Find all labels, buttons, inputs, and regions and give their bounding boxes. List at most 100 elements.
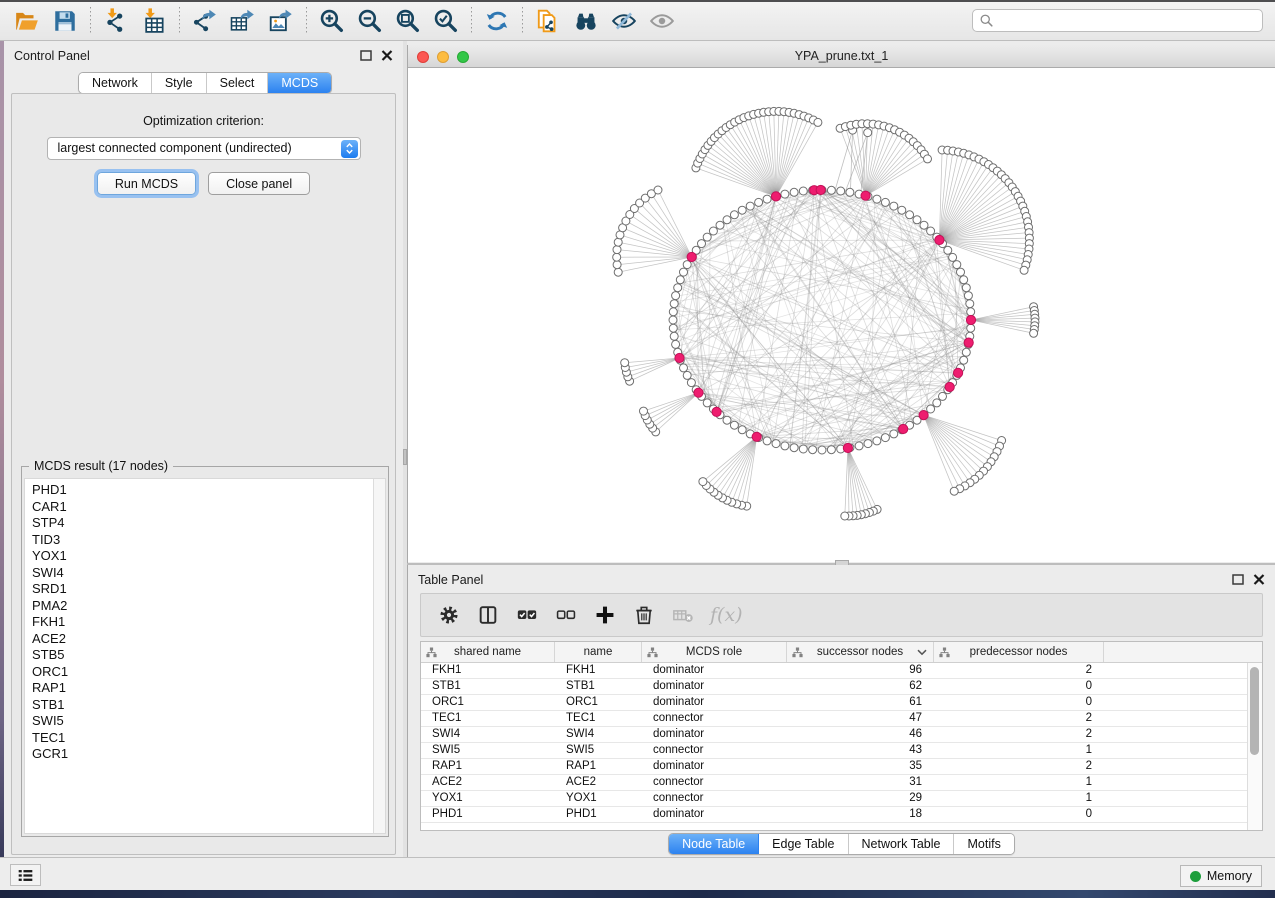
tab-style[interactable]: Style xyxy=(152,73,207,93)
network-node[interactable] xyxy=(621,359,629,367)
table-cell[interactable]: 2 xyxy=(934,727,1104,742)
create-column-button[interactable] xyxy=(593,603,617,627)
first-neighbors-button[interactable] xyxy=(567,5,605,37)
zoom-fit-button[interactable] xyxy=(389,5,427,37)
table-cell[interactable]: PHD1 xyxy=(421,807,555,822)
network-node[interactable] xyxy=(962,284,970,292)
network-node[interactable] xyxy=(613,246,621,254)
mcds-node[interactable] xyxy=(771,192,780,201)
table-cell[interactable]: ACE2 xyxy=(555,775,642,790)
network-node[interactable] xyxy=(966,300,974,308)
network-node[interactable] xyxy=(763,195,771,203)
table-cell[interactable]: RAP1 xyxy=(421,759,555,774)
table-cell[interactable]: PHD1 xyxy=(555,807,642,822)
network-node[interactable] xyxy=(703,399,711,407)
column-header-predecessor-nodes[interactable]: predecessor nodes xyxy=(934,642,1104,662)
network-node[interactable] xyxy=(674,284,682,292)
float-panel-icon[interactable] xyxy=(1232,574,1244,585)
table-cell[interactable]: connector xyxy=(642,775,787,790)
search-input[interactable] xyxy=(972,9,1263,32)
table-cell[interactable]: 1 xyxy=(934,743,1104,758)
mcds-list-scrollbar[interactable] xyxy=(373,479,385,833)
table-cell[interactable]: YOX1 xyxy=(421,791,555,806)
network-node[interactable] xyxy=(672,292,680,300)
select-all-button[interactable] xyxy=(515,603,539,627)
network-node[interactable] xyxy=(613,253,621,261)
network-node[interactable] xyxy=(957,268,965,276)
mcds-node[interactable] xyxy=(964,338,973,347)
table-cell[interactable]: 29 xyxy=(787,791,934,806)
close-panel-icon[interactable] xyxy=(1253,574,1265,585)
table-cell[interactable]: TEC1 xyxy=(421,711,555,726)
network-node[interactable] xyxy=(738,206,746,214)
table-cell[interactable]: 0 xyxy=(934,807,1104,822)
network-node[interactable] xyxy=(809,446,817,454)
mcds-result-item[interactable]: STB5 xyxy=(32,647,385,664)
table-scrollbar[interactable] xyxy=(1247,663,1262,830)
network-node[interactable] xyxy=(890,202,898,210)
network-node[interactable] xyxy=(716,221,724,229)
mcds-result-item[interactable]: GCR1 xyxy=(32,746,385,763)
import-table-button[interactable] xyxy=(135,5,173,37)
network-node[interactable] xyxy=(960,276,968,284)
tab-select[interactable]: Select xyxy=(207,73,269,93)
table-cell[interactable]: connector xyxy=(642,711,787,726)
tab-mcds[interactable]: MCDS xyxy=(268,73,331,93)
table-row[interactable]: SWI4SWI4dominator462 xyxy=(421,727,1262,743)
network-node[interactable] xyxy=(763,437,771,445)
network-node[interactable] xyxy=(698,240,706,248)
table-row[interactable]: FKH1FKH1dominator962 xyxy=(421,663,1262,679)
table-row[interactable]: PHD1PHD1dominator180 xyxy=(421,807,1262,823)
network-node[interactable] xyxy=(669,316,677,324)
network-node[interactable] xyxy=(960,356,968,364)
network-node[interactable] xyxy=(670,300,678,308)
network-node[interactable] xyxy=(755,198,763,206)
network-node[interactable] xyxy=(723,216,731,224)
table-cell[interactable]: SWI4 xyxy=(555,727,642,742)
table-cell[interactable]: dominator xyxy=(642,759,787,774)
column-visibility-button[interactable] xyxy=(476,603,500,627)
table-cell[interactable]: 43 xyxy=(787,743,934,758)
table-mode-button[interactable] xyxy=(437,603,461,627)
network-node[interactable] xyxy=(781,442,789,450)
close-panel-icon[interactable] xyxy=(381,50,393,61)
network-node[interactable] xyxy=(669,308,677,316)
network-node[interactable] xyxy=(672,340,680,348)
mcds-node[interactable] xyxy=(945,382,954,391)
network-node[interactable] xyxy=(669,324,677,332)
network-node[interactable] xyxy=(964,292,972,300)
network-node[interactable] xyxy=(913,216,921,224)
mcds-node[interactable] xyxy=(935,235,944,244)
table-cell[interactable]: ACE2 xyxy=(421,775,555,790)
network-node[interactable] xyxy=(873,195,881,203)
network-node[interactable] xyxy=(927,405,935,413)
column-header-shared-name[interactable]: shared name xyxy=(421,642,555,662)
mcds-result-item[interactable]: ACE2 xyxy=(32,631,385,648)
table-cell[interactable]: dominator xyxy=(642,679,787,694)
mcds-result-item[interactable]: TID3 xyxy=(32,532,385,549)
mcds-result-item[interactable]: TEC1 xyxy=(32,730,385,747)
export-image-button[interactable] xyxy=(262,5,300,37)
network-node[interactable] xyxy=(680,268,688,276)
mcds-result-item[interactable]: ORC1 xyxy=(32,664,385,681)
export-table-button[interactable] xyxy=(224,5,262,37)
table-row[interactable]: ACE2ACE2connector311 xyxy=(421,775,1262,791)
mcds-node[interactable] xyxy=(816,185,825,194)
zoom-out-button[interactable] xyxy=(351,5,389,37)
network-node[interactable] xyxy=(781,190,789,198)
table-cell[interactable]: 1 xyxy=(934,775,1104,790)
column-header-MCDS-role[interactable]: MCDS role xyxy=(642,642,787,662)
network-node[interactable] xyxy=(799,445,807,453)
network-node[interactable] xyxy=(772,440,780,448)
network-node[interactable] xyxy=(746,202,754,210)
table-cell[interactable]: 18 xyxy=(787,807,934,822)
network-node[interactable] xyxy=(837,187,845,195)
table-cell[interactable]: connector xyxy=(642,791,787,806)
table-cell[interactable]: 35 xyxy=(787,759,934,774)
network-node[interactable] xyxy=(814,118,822,126)
network-node[interactable] xyxy=(881,198,889,206)
table-cell[interactable]: STB1 xyxy=(555,679,642,694)
column-header-name[interactable]: name xyxy=(555,642,642,662)
mcds-node[interactable] xyxy=(966,315,975,324)
network-node[interactable] xyxy=(944,246,952,254)
